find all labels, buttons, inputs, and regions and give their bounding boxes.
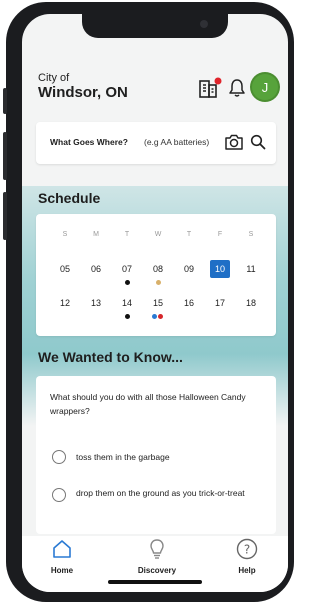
phone-side-button xyxy=(3,88,7,114)
phone-notch xyxy=(82,14,228,38)
what-goes-where-search[interactable]: What Goes Where? (e.g AA batteries) xyxy=(36,122,276,164)
phone-screen: City of Windsor, ON J What Goes Where? (… xyxy=(22,14,288,592)
city-of-label: City of xyxy=(38,72,70,84)
app-header: City of Windsor, ON J xyxy=(38,72,278,106)
weekday-label: W xyxy=(154,231,162,238)
svg-text:?: ? xyxy=(244,543,250,557)
calendar-day[interactable]: 09 xyxy=(179,260,199,278)
weekday-label: S xyxy=(248,231,254,238)
avatar[interactable]: J xyxy=(252,74,278,100)
poll-option-label: drop them on the ground as you trick-or-… xyxy=(76,488,245,498)
weekday-label: T xyxy=(124,231,130,238)
phone-side-button xyxy=(3,192,7,240)
nav-home[interactable]: Home xyxy=(32,536,92,592)
wanted-to-know-title: We Wanted to Know... xyxy=(38,349,183,365)
nav-help-label: Help xyxy=(238,566,256,575)
calendar-day[interactable]: 06 xyxy=(86,260,106,278)
poll-option-label: toss them in the garbage xyxy=(76,452,170,462)
calendar-day[interactable]: 18 xyxy=(241,294,261,312)
weekday-label: S xyxy=(62,231,68,238)
schedule-calendar: S M T W T F S 05 06 07 08 09 10 11 12 13… xyxy=(36,214,276,336)
radio-button[interactable] xyxy=(52,450,66,464)
poll-card: What should you do with all those Hallow… xyxy=(36,376,276,534)
calendar-day[interactable]: 15 xyxy=(148,294,168,312)
calendar-day[interactable]: 16 xyxy=(179,294,199,312)
camera-icon[interactable] xyxy=(224,133,244,151)
phone-side-button xyxy=(3,132,7,180)
radio-button[interactable] xyxy=(52,488,66,502)
search-icon[interactable] xyxy=(250,134,266,150)
calendar-day[interactable]: 07 xyxy=(117,260,137,278)
schedule-title: Schedule xyxy=(38,190,101,206)
camera-dot xyxy=(200,20,208,28)
calendar-day[interactable]: 13 xyxy=(86,294,106,312)
calendar-day[interactable]: 14 xyxy=(117,294,137,312)
nav-help[interactable]: ? Help xyxy=(217,536,277,592)
building-icon[interactable] xyxy=(198,76,224,100)
search-label: What Goes Where? xyxy=(50,137,128,147)
calendar-day[interactable]: 17 xyxy=(210,294,230,312)
help-icon: ? xyxy=(236,538,258,560)
weekday-label: F xyxy=(217,231,223,238)
collection-dot-blue xyxy=(152,314,157,319)
collection-dot-black xyxy=(124,314,130,319)
collection-dot-red xyxy=(158,314,163,319)
home-icon xyxy=(51,538,73,560)
collection-dot-tan xyxy=(155,280,161,285)
calendar-day[interactable]: 05 xyxy=(55,260,75,278)
home-indicator xyxy=(108,580,202,584)
nav-discovery-label: Discovery xyxy=(137,566,177,575)
weekday-label: M xyxy=(93,231,99,238)
lightbulb-icon xyxy=(146,538,168,560)
weekday-label: T xyxy=(186,231,192,238)
bell-icon[interactable] xyxy=(228,78,246,98)
poll-question: What should you do with all those Hallow… xyxy=(50,392,246,416)
calendar-day[interactable]: 12 xyxy=(55,294,75,312)
calendar-day[interactable]: 11 xyxy=(241,260,261,278)
notification-badge xyxy=(214,77,222,85)
city-name: Windsor, ON xyxy=(38,84,128,101)
collection-dot-black xyxy=(124,280,130,285)
search-placeholder: (e.g AA batteries) xyxy=(144,137,210,147)
nav-home-label: Home xyxy=(50,566,74,575)
calendar-day[interactable]: 08 xyxy=(148,260,168,278)
calendar-day-selected[interactable]: 10 xyxy=(210,260,230,278)
